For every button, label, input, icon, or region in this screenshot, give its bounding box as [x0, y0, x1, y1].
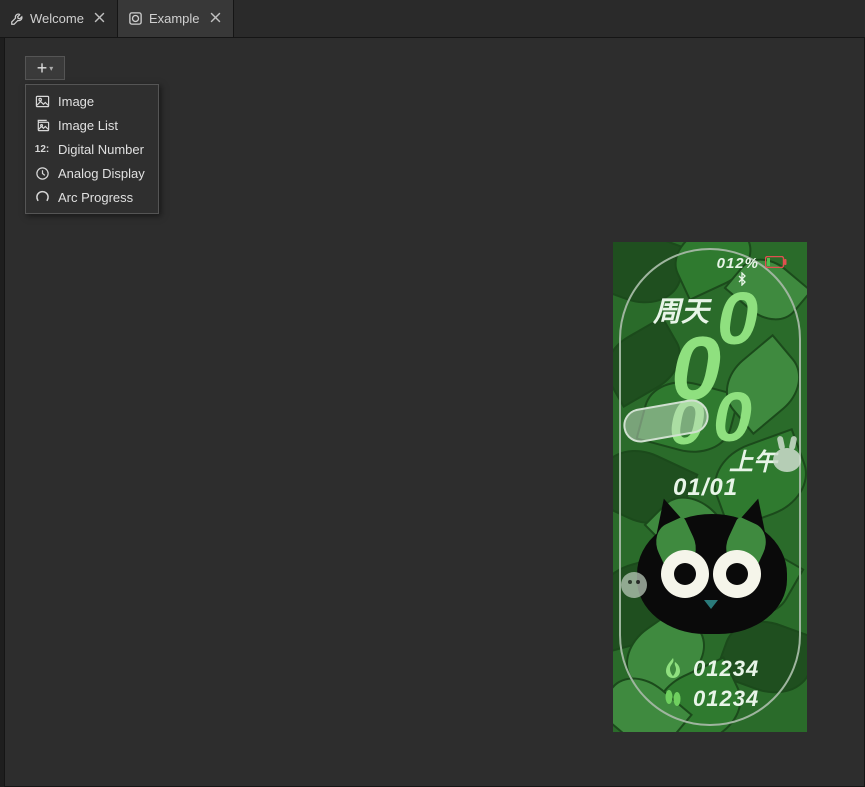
tab-example[interactable]: Example — [118, 0, 234, 37]
dropdown-item-arc-progress[interactable]: Arc Progress — [26, 185, 158, 209]
watchface-icon — [128, 11, 143, 26]
tab-label: Example — [149, 11, 200, 26]
tab-bar: Welcome Example — [0, 0, 865, 38]
dropdown-item-image-list[interactable]: Image List — [26, 113, 158, 137]
decoration-bunny — [773, 448, 801, 472]
steps-value: 01234 — [693, 686, 759, 712]
calories-value: 01234 — [693, 656, 759, 682]
dropdown-item-image[interactable]: Image — [26, 89, 158, 113]
dropdown-item-label: Arc Progress — [58, 190, 133, 205]
editor-canvas[interactable]: + ▾ Image Image List — [4, 38, 865, 787]
footsteps-icon — [663, 688, 683, 711]
dropdown-item-label: Image — [58, 94, 94, 109]
dropdown-item-label: Digital Number — [58, 142, 144, 157]
caret-down-icon: ▾ — [49, 64, 53, 73]
watchface-preview[interactable]: 012% 周天 0 0 0 0 上午 01/01 — [613, 242, 807, 732]
flame-icon — [665, 658, 681, 681]
battery-icon — [765, 256, 787, 271]
add-element-dropdown: Image Image List 12: Digital Number — [25, 84, 159, 214]
clock-icon — [34, 165, 50, 181]
arc-progress-icon — [34, 189, 50, 205]
image-icon — [34, 93, 50, 109]
image-list-icon — [34, 117, 50, 133]
dropdown-item-digital-number[interactable]: 12: Digital Number — [26, 137, 158, 161]
dropdown-item-label: Image List — [58, 118, 118, 133]
decoration-cat — [631, 500, 791, 650]
close-icon[interactable] — [210, 11, 221, 26]
digital-number-icon: 12: — [34, 141, 50, 157]
plus-icon: + — [37, 59, 48, 77]
battery-percent: 012% — [717, 255, 759, 272]
decoration-ghost — [621, 572, 647, 598]
dropdown-item-label: Analog Display — [58, 166, 145, 181]
tab-label: Welcome — [30, 11, 84, 26]
add-element-button[interactable]: + ▾ — [25, 56, 65, 80]
wrench-icon — [10, 12, 24, 26]
close-icon[interactable] — [94, 11, 105, 26]
ampm-label: 上午 — [729, 442, 777, 477]
dropdown-item-analog-display[interactable]: Analog Display — [26, 161, 158, 185]
tab-welcome[interactable]: Welcome — [0, 0, 118, 37]
